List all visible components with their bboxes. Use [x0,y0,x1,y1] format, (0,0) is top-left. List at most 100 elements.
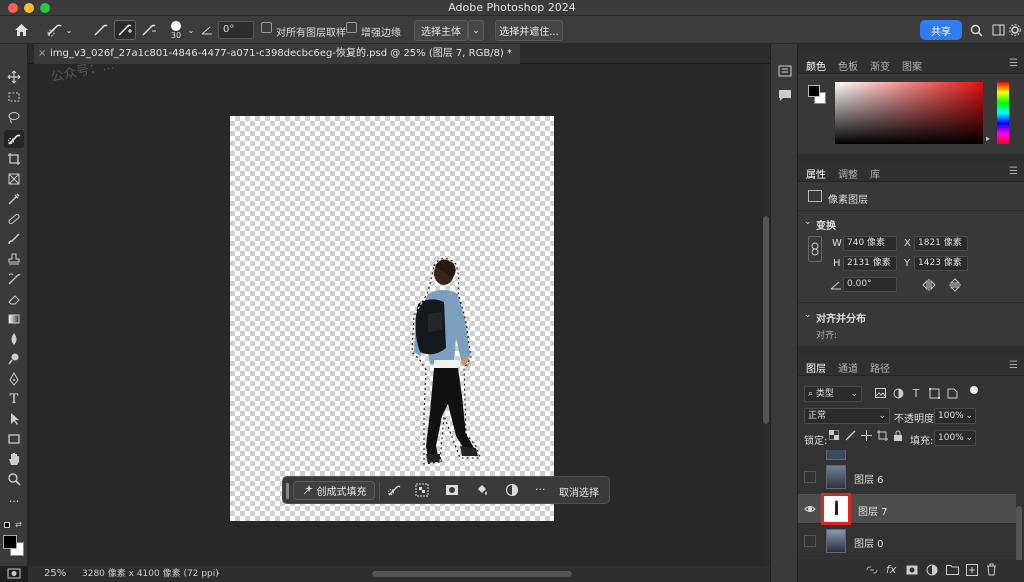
horizontal-scrollbar-thumb[interactable] [372,571,572,577]
layers-scrollbar[interactable] [1016,506,1022,562]
scrollbar-thumb[interactable] [763,216,769,424]
enhance-edge-checkbox[interactable] [346,22,357,33]
workspace-button[interactable] [990,20,1006,40]
blend-mode-dropdown[interactable]: 正常 ⌄ [804,408,890,424]
visibility-toggle[interactable] [804,471,816,483]
quick-selection-tool[interactable] [4,130,24,148]
modify-selection-icon[interactable] [387,483,401,497]
close-tab-icon[interactable]: × [38,44,46,64]
zoom-tool[interactable] [4,470,24,488]
fx-icon[interactable]: fx [886,563,896,576]
tab-paths[interactable]: 路径 [870,360,890,375]
layer-row-partial[interactable] [798,450,1016,460]
gradient-tool[interactable] [4,310,24,328]
filter-pixel-icon[interactable] [872,386,888,400]
drag-handle[interactable] [286,483,289,499]
document-canvas[interactable] [230,116,554,521]
blur-tool[interactable] [4,330,24,348]
flip-vertical-icon[interactable] [948,278,962,292]
lock-artboard-icon[interactable] [874,428,890,442]
brush-size-picker[interactable]: 30 [166,20,186,40]
chevron-down-icon[interactable]: ⌄ [186,20,196,40]
x-input[interactable]: 1821 像素 [914,236,968,251]
eyedropper-tool[interactable] [4,190,24,208]
new-selection-button[interactable] [90,20,112,40]
generative-fill-button[interactable]: 创成式填充 [293,481,375,500]
brush-tool[interactable] [4,230,24,248]
swap-colors-icon[interactable]: ⇄ [15,520,22,529]
share-button[interactable]: 共享 [920,20,962,40]
dodge-tool[interactable] [4,350,24,368]
hue-slider[interactable] [997,82,1009,144]
type-tool[interactable]: T [4,390,24,408]
pen-tool[interactable] [4,370,24,388]
filter-smart-object-icon[interactable] [944,386,960,400]
zoom-level[interactable]: 25% [44,566,66,582]
new-adjustment-icon[interactable] [926,564,938,576]
settings-button[interactable] [1008,20,1022,40]
marquee-tool[interactable] [4,88,24,106]
lock-position-icon[interactable] [858,428,874,442]
select-subject-button[interactable]: 选择主体 [414,20,468,41]
chevron-down-icon[interactable]: ⌄ [804,217,812,227]
crop-tool[interactable] [4,150,24,168]
adjustment-layer-icon[interactable] [505,483,519,497]
new-group-icon[interactable] [946,564,959,575]
visibility-toggle[interactable] [804,535,816,547]
layer-row[interactable]: 图层 0 [798,526,1016,556]
panel-menu-icon[interactable]: ☰ [1009,58,1018,69]
height-input[interactable]: 2131 像素 [843,256,897,271]
lock-pixels-icon[interactable] [842,428,858,442]
panel-menu-icon[interactable]: ☰ [1009,360,1018,371]
invert-selection-icon[interactable] [415,483,429,497]
clone-stamp-tool[interactable] [4,250,24,268]
history-panel-button[interactable] [778,64,792,81]
frame-tool[interactable] [4,170,24,188]
foreground-color-swatch[interactable] [808,85,820,97]
filter-toggle[interactable] [970,386,978,394]
chevron-down-icon[interactable]: ⌄ [804,310,812,320]
quick-mask-button[interactable] [4,564,24,582]
tab-gradients[interactable]: 渐变 [870,58,890,73]
filter-adjustment-icon[interactable] [890,386,906,400]
fill-input[interactable]: 100% ⌄ [934,430,976,446]
new-layer-icon[interactable] [966,564,978,576]
more-options-icon[interactable]: ··· [535,483,546,496]
tab-swatches[interactable]: 色板 [838,58,858,73]
lock-transparency-icon[interactable] [826,428,842,442]
healing-brush-tool[interactable] [4,210,24,228]
vertical-scrollbar[interactable] [762,64,770,566]
angle-input[interactable]: 0° [218,21,254,39]
link-layers-icon[interactable] [866,565,878,575]
tab-patterns[interactable]: 图案 [902,58,922,73]
layer-row[interactable]: 图层 6 [798,462,1016,492]
flip-horizontal-icon[interactable] [922,278,936,292]
move-tool[interactable] [4,68,24,86]
eraser-tool[interactable] [4,290,24,308]
subtract-from-selection-button[interactable] [138,20,160,40]
trash-icon[interactable] [986,563,997,576]
tab-channels[interactable]: 通道 [838,360,858,375]
foreground-color-swatch[interactable] [3,535,17,549]
path-selection-tool[interactable] [4,410,24,428]
filter-type-icon[interactable]: T [908,386,924,400]
width-input[interactable]: 740 像素 [843,236,897,251]
select-subject-dropdown[interactable]: ⌄ [468,20,484,41]
layer-row-selected[interactable]: 图层 7 [798,493,1016,525]
rotation-input[interactable]: 0.00° [843,277,897,292]
status-info-arrow[interactable]: › [216,566,220,582]
select-and-mask-button[interactable]: 选择并遮住... [495,20,563,41]
color-field[interactable] [835,82,983,144]
tab-adjustments[interactable]: 调整 [838,166,858,181]
lock-all-icon[interactable] [890,428,906,442]
home-button[interactable] [8,20,34,40]
create-mask-icon[interactable] [445,483,459,497]
tab-properties[interactable]: 属性 [806,166,826,181]
fill-selection-icon[interactable] [475,483,489,497]
edit-toolbar-button[interactable]: ··· [4,492,24,510]
lasso-tool[interactable] [4,108,24,126]
history-brush-tool[interactable] [4,270,24,288]
opacity-input[interactable]: 100% ⌄ [934,408,976,424]
search-button[interactable] [968,20,984,40]
filter-shape-icon[interactable] [926,386,942,400]
